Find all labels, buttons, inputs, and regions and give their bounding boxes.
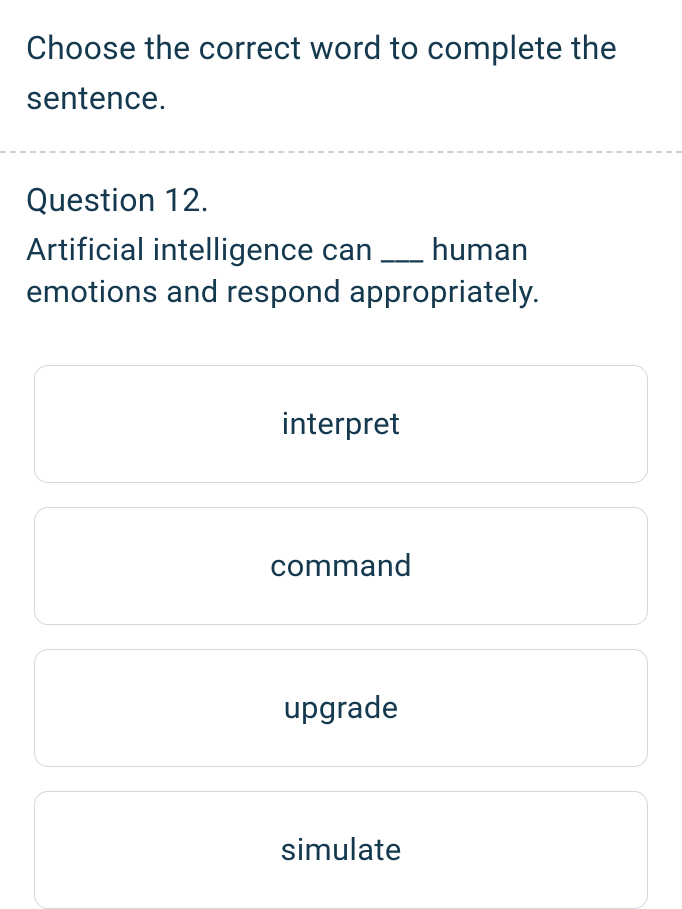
question-number: Question 12. xyxy=(26,181,656,219)
options-list: interpret command upgrade simulate xyxy=(26,365,656,909)
option-command[interactable]: command xyxy=(34,507,648,625)
option-interpret[interactable]: interpret xyxy=(34,365,648,483)
question-text: Artificial intelligence can ___ human em… xyxy=(26,229,656,313)
option-upgrade[interactable]: upgrade xyxy=(34,649,648,767)
option-simulate[interactable]: simulate xyxy=(34,791,648,909)
section-divider xyxy=(0,151,682,153)
instruction-text: Choose the correct word to complete the … xyxy=(26,24,656,123)
